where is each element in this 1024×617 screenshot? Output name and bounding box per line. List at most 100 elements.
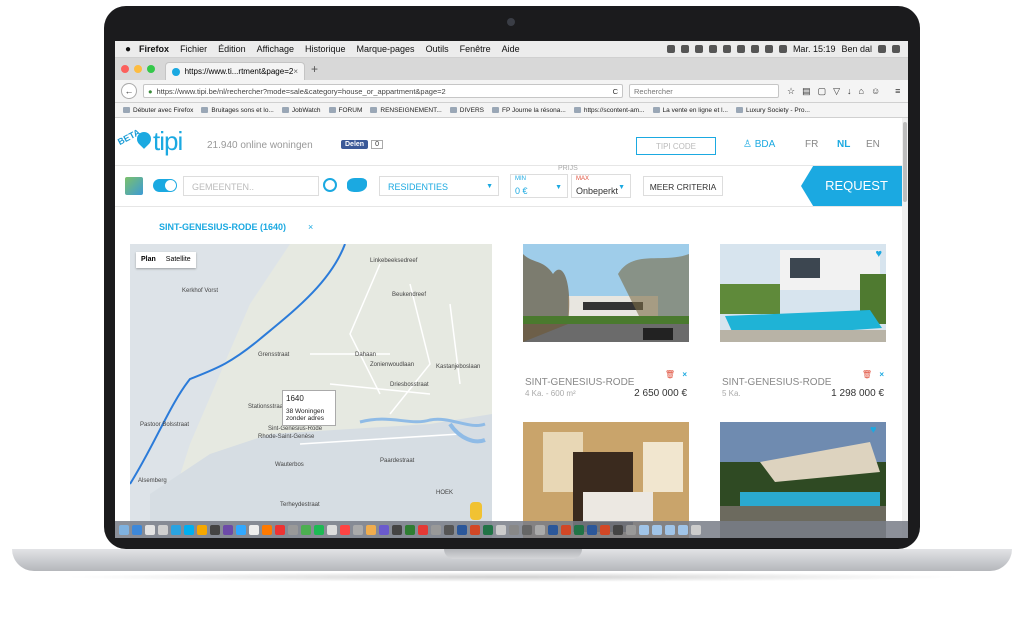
like-icon[interactable]: ♥ <box>870 424 877 436</box>
bookmark-item[interactable]: JobWatch <box>281 107 321 114</box>
clock-icon[interactable] <box>722 45 731 53</box>
menu-edition[interactable]: Édition <box>218 44 246 54</box>
trash-icon[interactable] <box>691 524 701 535</box>
gemeenten-input[interactable]: GEMEENTEN.. <box>183 176 319 196</box>
menu-fichier[interactable]: Fichier <box>180 44 207 54</box>
app-icon[interactable] <box>171 524 181 535</box>
bookmark-folder[interactable]: DIVERS <box>449 107 484 114</box>
lang-en[interactable]: EN <box>866 139 880 150</box>
tipi-code-input[interactable]: TIPI CODE <box>636 137 716 155</box>
map[interactable]: Plan Satellite Kerkhof Vorst Linkebeekse… <box>130 244 492 538</box>
back-button[interactable]: ← <box>121 83 137 99</box>
excel-icon[interactable] <box>483 524 493 535</box>
notifications-icon[interactable] <box>892 45 900 53</box>
lang-fr[interactable]: FR <box>805 139 818 150</box>
menubar-user[interactable]: Ben dal <box>841 44 872 54</box>
tipi-logo[interactable]: BETA tipi <box>115 126 195 156</box>
app-icon[interactable] <box>405 524 415 535</box>
bookmark-star-icon[interactable]: ☆ <box>787 86 795 97</box>
url-bar[interactable]: ● https://www.tipi.be/nl/rechercher?mode… <box>143 84 623 98</box>
folder-icon[interactable] <box>639 524 649 535</box>
app-icon[interactable] <box>535 524 545 535</box>
close-window-button[interactable] <box>121 65 129 73</box>
acrobat-icon[interactable] <box>275 524 285 535</box>
bookmark-item[interactable]: La vente en ligne et l... <box>652 107 728 114</box>
zoom-window-button[interactable] <box>147 65 155 73</box>
app-icon[interactable] <box>145 524 155 535</box>
menu-icon[interactable]: ≡ <box>895 86 900 97</box>
app-icon[interactable] <box>431 524 441 535</box>
remove-listing-button[interactable]: × <box>682 370 687 379</box>
app-icon[interactable] <box>496 524 506 535</box>
listing-photo[interactable] <box>523 244 689 342</box>
folder-icon[interactable] <box>652 524 662 535</box>
street-view-pegman-icon[interactable] <box>470 502 482 520</box>
reading-list-icon[interactable]: ▤ <box>802 86 811 97</box>
app-icon[interactable] <box>210 524 220 535</box>
menu-aide[interactable]: Aide <box>502 44 520 54</box>
app-icon[interactable] <box>626 524 636 535</box>
volume-icon[interactable] <box>764 45 773 53</box>
bookmark-folder[interactable]: RENSEIGNEMENT... <box>370 107 442 114</box>
app-icon[interactable] <box>509 524 519 535</box>
app-icon[interactable] <box>418 524 428 535</box>
chrome-icon[interactable] <box>301 524 311 535</box>
app-icon[interactable] <box>522 524 532 535</box>
app-icon[interactable] <box>327 524 337 535</box>
excel-icon[interactable] <box>574 524 584 535</box>
finder-icon[interactable] <box>119 524 129 535</box>
app-icon[interactable] <box>444 524 454 535</box>
facebook-share-button[interactable]: Delen <box>341 139 369 149</box>
folder-icon[interactable] <box>678 524 688 535</box>
app-icon[interactable] <box>366 524 376 535</box>
lock-icon[interactable]: ▢ <box>818 86 827 97</box>
home-icon[interactable]: ⌂ <box>859 86 864 97</box>
firefox-icon[interactable] <box>262 524 272 535</box>
tray-icon[interactable] <box>708 45 717 53</box>
map-popup[interactable]: 1640 38 Woningen zonder adres <box>282 390 336 426</box>
listing-card[interactable]: 🗑 × SINT-GENESIUS-RODE 4 Ka. - 600 m² 2 … <box>523 244 689 399</box>
app-icon[interactable] <box>392 524 402 535</box>
app-icon[interactable] <box>379 524 389 535</box>
facebook-share[interactable]: Delen 0 <box>341 138 383 150</box>
remove-location-button[interactable]: × <box>308 222 313 232</box>
bookmark-item[interactable]: Luxury Society - Pro... <box>735 107 810 114</box>
tray-icon[interactable] <box>666 45 675 53</box>
skype-icon[interactable] <box>184 524 194 535</box>
locate-icon[interactable] <box>323 178 337 192</box>
extension-icon[interactable]: ☺ <box>871 86 880 97</box>
bookmark-item[interactable]: FP Journe la résona... <box>491 107 566 114</box>
word-icon[interactable] <box>587 524 597 535</box>
menu-fenetre[interactable]: Fenêtre <box>460 44 491 54</box>
listing-photo[interactable] <box>720 244 886 342</box>
app-icon[interactable] <box>223 524 233 535</box>
scrollbar-thumb[interactable] <box>903 122 907 202</box>
app-icon[interactable] <box>132 524 142 535</box>
app-icon[interactable] <box>613 524 623 535</box>
menu-historique[interactable]: Historique <box>305 44 346 54</box>
minimize-window-button[interactable] <box>134 65 142 73</box>
map-type-plan[interactable]: Plan <box>136 252 161 268</box>
photoshop-icon[interactable] <box>236 524 246 535</box>
menubar-clock[interactable]: Mar. 15:19 <box>793 44 836 54</box>
powerpoint-icon[interactable] <box>470 524 480 535</box>
tab-close-button[interactable]: × <box>293 67 298 76</box>
browser-tab[interactable]: https://www.ti...rtment&page=2 × <box>165 62 305 80</box>
menu-affichage[interactable]: Affichage <box>257 44 294 54</box>
pocket-icon[interactable]: ▽ <box>833 86 840 97</box>
spotify-icon[interactable] <box>314 524 324 535</box>
bluetooth-icon[interactable] <box>736 45 745 53</box>
word-icon[interactable] <box>457 524 467 535</box>
map-view-icon[interactable] <box>125 177 143 195</box>
apple-icon[interactable]: ● <box>125 44 131 55</box>
bookmark-item[interactable]: https://scontent-am... <box>573 107 645 114</box>
max-price-select[interactable]: MAX Onbeperkt ▼ <box>571 174 631 198</box>
page-scrollbar[interactable] <box>902 118 908 538</box>
app-icon[interactable] <box>288 524 298 535</box>
tray-icon[interactable] <box>680 45 689 53</box>
app-icon[interactable] <box>249 524 259 535</box>
powerpoint-icon[interactable] <box>600 524 610 535</box>
new-tab-button[interactable]: + <box>311 62 318 76</box>
delete-icon[interactable]: 🗑 <box>862 370 872 379</box>
bookmark-item[interactable]: Bruitages sons et lo... <box>201 107 274 114</box>
